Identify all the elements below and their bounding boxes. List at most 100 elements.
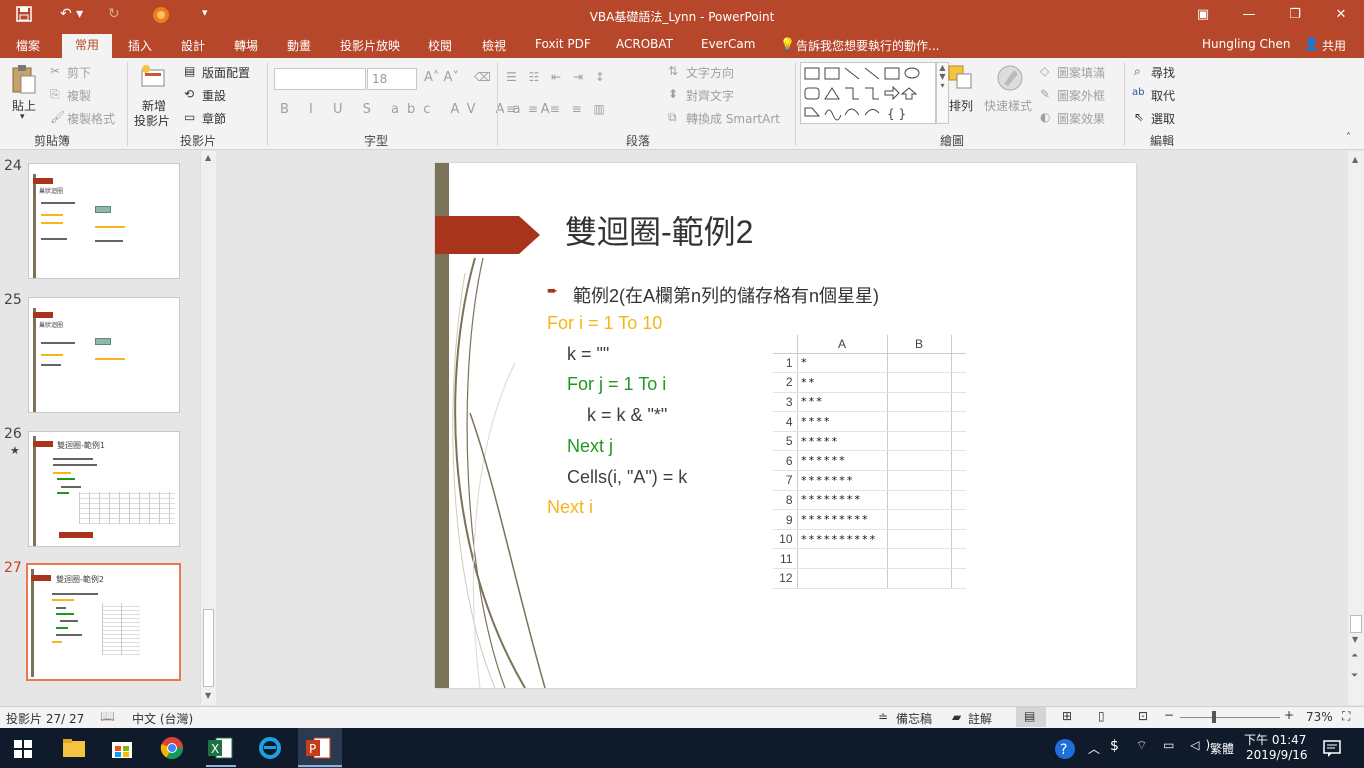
windows-start-icon[interactable] [14,740,32,761]
code-line[interactable]: Next i [547,497,593,518]
quick-styles-icon[interactable] [996,64,1024,95]
tab-view[interactable]: 檢視 [482,37,506,54]
slide-thumbnail-27[interactable]: 雙迴圈-範例2 [26,563,181,681]
slideshow-icon[interactable]: ⊡ [1138,709,1148,723]
code-line[interactable]: Next j [567,436,613,457]
scroll-up-icon[interactable]: ▲ [1352,155,1358,164]
store-icon[interactable] [110,736,134,763]
clock-date[interactable]: 2019/9/16 [1246,748,1308,762]
grow-font-icon[interactable]: A˄ A˅ [424,70,459,85]
copy-button[interactable]: 複製 [67,87,91,104]
code-line[interactable]: k = k & "*" [587,405,667,426]
slide-title[interactable]: 雙迴圈-範例2 [565,207,753,253]
spellcheck-icon[interactable]: 📖 [100,709,115,723]
align-icons[interactable]: ≡ ≡ ≡ ≡ ▥ [506,102,609,116]
list-icons[interactable]: ☰ ☷ ⇤ ⇥ ↕ [506,70,609,84]
tab-insert[interactable]: 插入 [128,37,152,54]
slide-thumbnail-25[interactable]: 巢狀迴圈 [28,297,180,413]
notification-icon[interactable] [1322,738,1342,761]
tab-foxit[interactable]: Foxit PDF [535,37,591,51]
arrange-icon[interactable] [947,64,975,95]
find-button[interactable]: 尋找 [1151,64,1175,81]
paste-icon[interactable] [10,64,36,97]
font-name-combo[interactable] [274,68,366,90]
chrome-icon[interactable] [160,736,184,763]
currency-icon[interactable]: $ [1110,738,1119,754]
slide-sorter-icon[interactable]: ⊞ [1062,709,1072,723]
shape-effects-button[interactable]: 圖案效果 [1057,110,1105,127]
tab-slideshow[interactable]: 投影片放映 [340,37,400,54]
scroll-thumb[interactable] [1350,615,1362,633]
font-size-combo[interactable]: 18 [367,68,417,90]
language-indicator[interactable]: 中文 (台灣) [132,710,193,727]
tab-acrobat[interactable]: ACROBAT [616,37,673,51]
scroll-thumb[interactable] [203,609,214,687]
comments-button[interactable]: 註解 [968,710,992,727]
close-button[interactable]: ✕ [1318,0,1364,32]
select-button[interactable]: 選取 [1151,110,1175,127]
slide-thumbnail-26[interactable]: 雙迴圈-範例1 [28,431,180,547]
zoom-level[interactable]: 73% [1306,710,1333,724]
shapes-gallery[interactable]: { } [800,62,936,124]
new-slide-label-2[interactable]: 投影片 [134,112,170,129]
chevron-down-icon[interactable]: ▾ [20,112,25,122]
prev-slide-icon[interactable]: ⏶ [1351,651,1358,661]
arrange-button[interactable]: 排列 [949,97,973,114]
reading-view-icon[interactable]: ▯ [1098,709,1105,723]
shape-outline-button[interactable]: 圖案外框 [1057,87,1105,104]
layout-button[interactable]: 版面配置 [202,64,250,81]
ie-icon[interactable] [258,736,282,763]
reset-button[interactable]: 重設 [202,87,226,104]
powerpoint-icon[interactable]: P [306,736,332,763]
cut-button[interactable]: 剪下 [67,64,91,81]
zoom-slider[interactable] [1180,717,1280,718]
minimize-button[interactable]: — [1226,0,1272,32]
scroll-up-icon[interactable]: ▲ [205,153,211,162]
section-button[interactable]: 章節 [202,110,226,127]
code-line[interactable]: k = "" [567,344,609,365]
tab-transitions[interactable]: 轉場 [234,37,258,54]
replace-button[interactable]: 取代 [1151,87,1175,104]
next-slide-icon[interactable]: ⏷ [1351,671,1358,681]
code-line[interactable]: For j = 1 To i [567,374,666,395]
smartart-button[interactable]: 轉換成 SmartArt [686,110,780,127]
zoom-in-button[interactable]: + [1284,708,1294,722]
slide-scrollbar[interactable]: ▲ ▼ ⏶ ⏷ [1348,151,1364,705]
format-painter-button[interactable]: 複製格式 [67,110,115,127]
code-line[interactable]: Cells(i, "A") = k [567,467,687,488]
align-text-button[interactable]: 對齊文字 [686,87,734,104]
excel-icon[interactable]: X [208,736,234,763]
help-icon[interactable]: ? [1054,738,1076,763]
scroll-down-icon[interactable]: ▼ [1352,635,1358,644]
restore-button[interactable]: ❐ [1272,0,1318,32]
zoom-out-button[interactable]: − [1164,708,1174,722]
zoom-slider-thumb[interactable] [1212,711,1216,723]
ribbon-display-icon[interactable]: ▣ [1180,0,1226,32]
file-explorer-icon[interactable] [62,737,86,762]
slide[interactable]: 雙迴圈-範例2 ➨ 範例2(在A欄第n列的儲存格有n個星星) For i = 1… [435,163,1136,688]
ime-indicator[interactable]: 繁體 [1210,740,1234,757]
tray-status-icons[interactable]: ⌔ ▭ ◁) [1136,738,1216,753]
bullet-text[interactable]: 範例2(在A欄第n列的儲存格有n個星星) [573,282,879,308]
share-button[interactable]: 共用 [1322,37,1346,54]
fit-slide-icon[interactable]: ⛶ [1342,709,1350,724]
tab-review[interactable]: 校閱 [428,37,452,54]
tab-design[interactable]: 設計 [181,37,205,54]
tab-evercam[interactable]: EverCam [701,37,755,51]
tab-animations[interactable]: 動畫 [287,37,311,54]
text-direction-button[interactable]: 文字方向 [686,64,734,81]
shape-fill-button[interactable]: 圖案填滿 [1057,64,1105,81]
tab-home[interactable]: 常用 [62,34,112,58]
thumbnail-scrollbar[interactable]: ▲ ▼ [200,151,216,705]
tab-file[interactable]: 檔案 [16,37,40,54]
tray-expand-icon[interactable]: ︿ [1088,740,1100,757]
new-slide-icon[interactable] [140,64,168,91]
tell-me-box[interactable]: 告訴我您想要執行的動作... [796,37,939,54]
collapse-ribbon-icon[interactable]: ˄ [1346,132,1351,143]
scroll-down-icon[interactable]: ▼ [205,691,211,700]
user-name[interactable]: Hungling Chen [1202,37,1291,51]
code-line[interactable]: For i = 1 To 10 [547,313,662,334]
notes-button[interactable]: 備忘稿 [896,710,932,727]
quick-styles-button[interactable]: 快速樣式 [984,97,1032,114]
clock-time[interactable]: 下午 01:47 [1244,731,1306,748]
